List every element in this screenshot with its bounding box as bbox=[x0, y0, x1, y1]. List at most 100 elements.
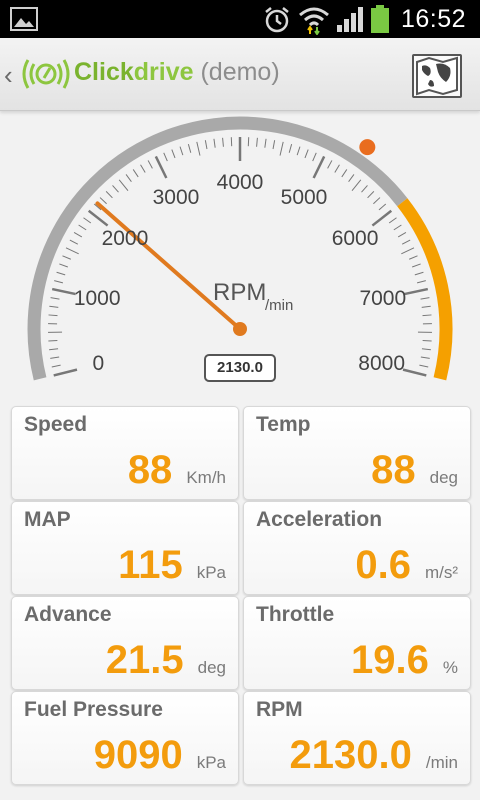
rpm-gauge: 0 1000 2000 3000 4000 5000 6000 7000 8000 RPM /m… bbox=[0, 111, 480, 403]
gauge-tick bbox=[393, 224, 402, 231]
tile-value: 21.5 bbox=[105, 638, 184, 682]
sensor-tile-advance[interactable]: Advance 21.5 deg bbox=[11, 596, 239, 690]
gauge-tick bbox=[204, 140, 208, 150]
gauge-tick bbox=[49, 305, 59, 308]
gauge-tick-label: 7000 bbox=[359, 286, 407, 310]
gauge-tick bbox=[48, 339, 58, 342]
gauge-tick bbox=[154, 155, 168, 179]
gauge-tick bbox=[147, 160, 153, 169]
tile-unit: deg bbox=[429, 468, 458, 487]
gauge-label: RPM bbox=[213, 279, 267, 306]
gauge-tick-label: 8000 bbox=[358, 352, 406, 376]
tile-unit: deg bbox=[197, 658, 226, 677]
gauge-tick bbox=[69, 239, 79, 245]
tile-label: Advance bbox=[24, 603, 112, 626]
gauge-tick bbox=[378, 203, 387, 211]
back-chevron-icon[interactable]: ‹ bbox=[4, 60, 13, 91]
gauge-tick bbox=[371, 209, 393, 227]
gauge-tick bbox=[348, 174, 355, 183]
gauge-tick bbox=[65, 247, 79, 255]
gauge-tick bbox=[99, 197, 107, 205]
gauge-tick bbox=[361, 185, 368, 193]
gallery-icon bbox=[10, 7, 38, 31]
sensor-tile-map[interactable]: MAP 115 kPa bbox=[11, 501, 239, 595]
gauge-tick bbox=[125, 174, 132, 183]
gauge-tick bbox=[304, 149, 309, 159]
sensor-tile-fuel-pressure[interactable]: Fuel Pressure 9090 kPa bbox=[11, 691, 239, 785]
gauge-tick bbox=[367, 191, 375, 199]
gauge-unit: /min bbox=[265, 297, 294, 314]
gauge-tick-label: 2000 bbox=[101, 227, 149, 251]
tile-label: Acceleration bbox=[256, 508, 383, 531]
tile-value-group: 2130.0/min bbox=[290, 733, 458, 778]
gauge-tick bbox=[87, 209, 109, 227]
gauge-needle-hub bbox=[233, 322, 247, 336]
gauge-tick bbox=[288, 143, 293, 153]
gauge-tick-label: 1000 bbox=[73, 286, 121, 310]
app-title-part2: drive bbox=[133, 58, 194, 86]
clickdrive-logo[interactable] bbox=[20, 52, 72, 96]
sensor-tile-throttle[interactable]: Throttle 19.6% bbox=[243, 596, 471, 690]
gauge-tick bbox=[404, 287, 429, 296]
tile-value-group: 88 Km/h bbox=[128, 448, 226, 493]
gauge-tick bbox=[163, 152, 168, 162]
sensor-tile-temp[interactable]: Temp 88 deg bbox=[243, 406, 471, 500]
gauge-readout: 2130.0 bbox=[204, 354, 276, 382]
gauge-tick bbox=[401, 239, 411, 245]
gauge-tick bbox=[187, 143, 192, 153]
tile-value: 19.6 bbox=[351, 638, 429, 682]
gauge-tick bbox=[59, 263, 68, 268]
gauge-tick bbox=[312, 152, 317, 162]
gauge-tick bbox=[416, 280, 426, 284]
tile-unit: % bbox=[442, 658, 458, 677]
tile-value-group: 21.5 deg bbox=[106, 638, 226, 683]
map-button[interactable] bbox=[412, 54, 462, 98]
gauge-tick bbox=[296, 146, 301, 156]
tile-unit: Km/h bbox=[186, 468, 226, 487]
gauge-tick bbox=[401, 247, 415, 255]
clock-time: 16:52 bbox=[400, 5, 466, 33]
gauge-tick bbox=[421, 348, 431, 351]
tile-label: Temp bbox=[256, 413, 311, 436]
action-bar: ‹ Clickdrive (demo) bbox=[0, 38, 480, 111]
gauge-tick-label: 3000 bbox=[152, 185, 200, 209]
gauge-tick bbox=[422, 314, 432, 317]
gauge-tick bbox=[73, 231, 83, 238]
tile-value-group: 88 deg bbox=[371, 448, 458, 493]
signal-icon bbox=[337, 7, 363, 32]
gauge-tick bbox=[264, 138, 267, 148]
tile-unit: kPa bbox=[196, 563, 226, 582]
tile-value: 0.6 bbox=[355, 543, 411, 587]
gauge-tick bbox=[351, 179, 362, 191]
gauge-tick bbox=[256, 137, 258, 147]
status-bar: 16:52 bbox=[0, 0, 480, 38]
gauge-tick bbox=[402, 368, 427, 377]
gauge-tick bbox=[272, 140, 276, 150]
gauge-tick bbox=[279, 141, 284, 156]
gauge-tick bbox=[78, 224, 87, 231]
gauge-tick bbox=[112, 185, 119, 193]
map-icon bbox=[416, 56, 458, 96]
wifi-icon bbox=[299, 7, 329, 35]
sensor-tile-speed[interactable]: Speed 88 Km/h bbox=[11, 406, 239, 500]
gauge-tick-label: 4000 bbox=[216, 171, 264, 194]
gauge-tick bbox=[196, 141, 201, 156]
gauge-tick bbox=[54, 280, 64, 284]
tile-value-group: 9090 kPa bbox=[94, 733, 226, 778]
sensor-tile-rpm[interactable]: RPM 2130.0/min bbox=[243, 691, 471, 785]
gauge-tick bbox=[388, 217, 397, 224]
gauge-tick bbox=[419, 364, 429, 368]
tile-unit: kPa bbox=[196, 753, 226, 772]
gauge-tick bbox=[327, 160, 333, 169]
gauge-tick bbox=[50, 356, 60, 359]
tile-label: Throttle bbox=[256, 603, 335, 626]
sensor-tile-acceleration[interactable]: Acceleration 0.6 m/s² bbox=[243, 501, 471, 595]
gauge-tick bbox=[56, 271, 66, 276]
gauge-tick bbox=[412, 263, 421, 268]
gauge-tick bbox=[48, 314, 58, 317]
gauge-tick bbox=[414, 271, 424, 276]
tile-label: Fuel Pressure bbox=[24, 698, 163, 721]
gauge-tick bbox=[105, 191, 113, 199]
app-title: Clickdrive (demo) bbox=[74, 58, 280, 87]
gauge-tick bbox=[421, 305, 431, 308]
